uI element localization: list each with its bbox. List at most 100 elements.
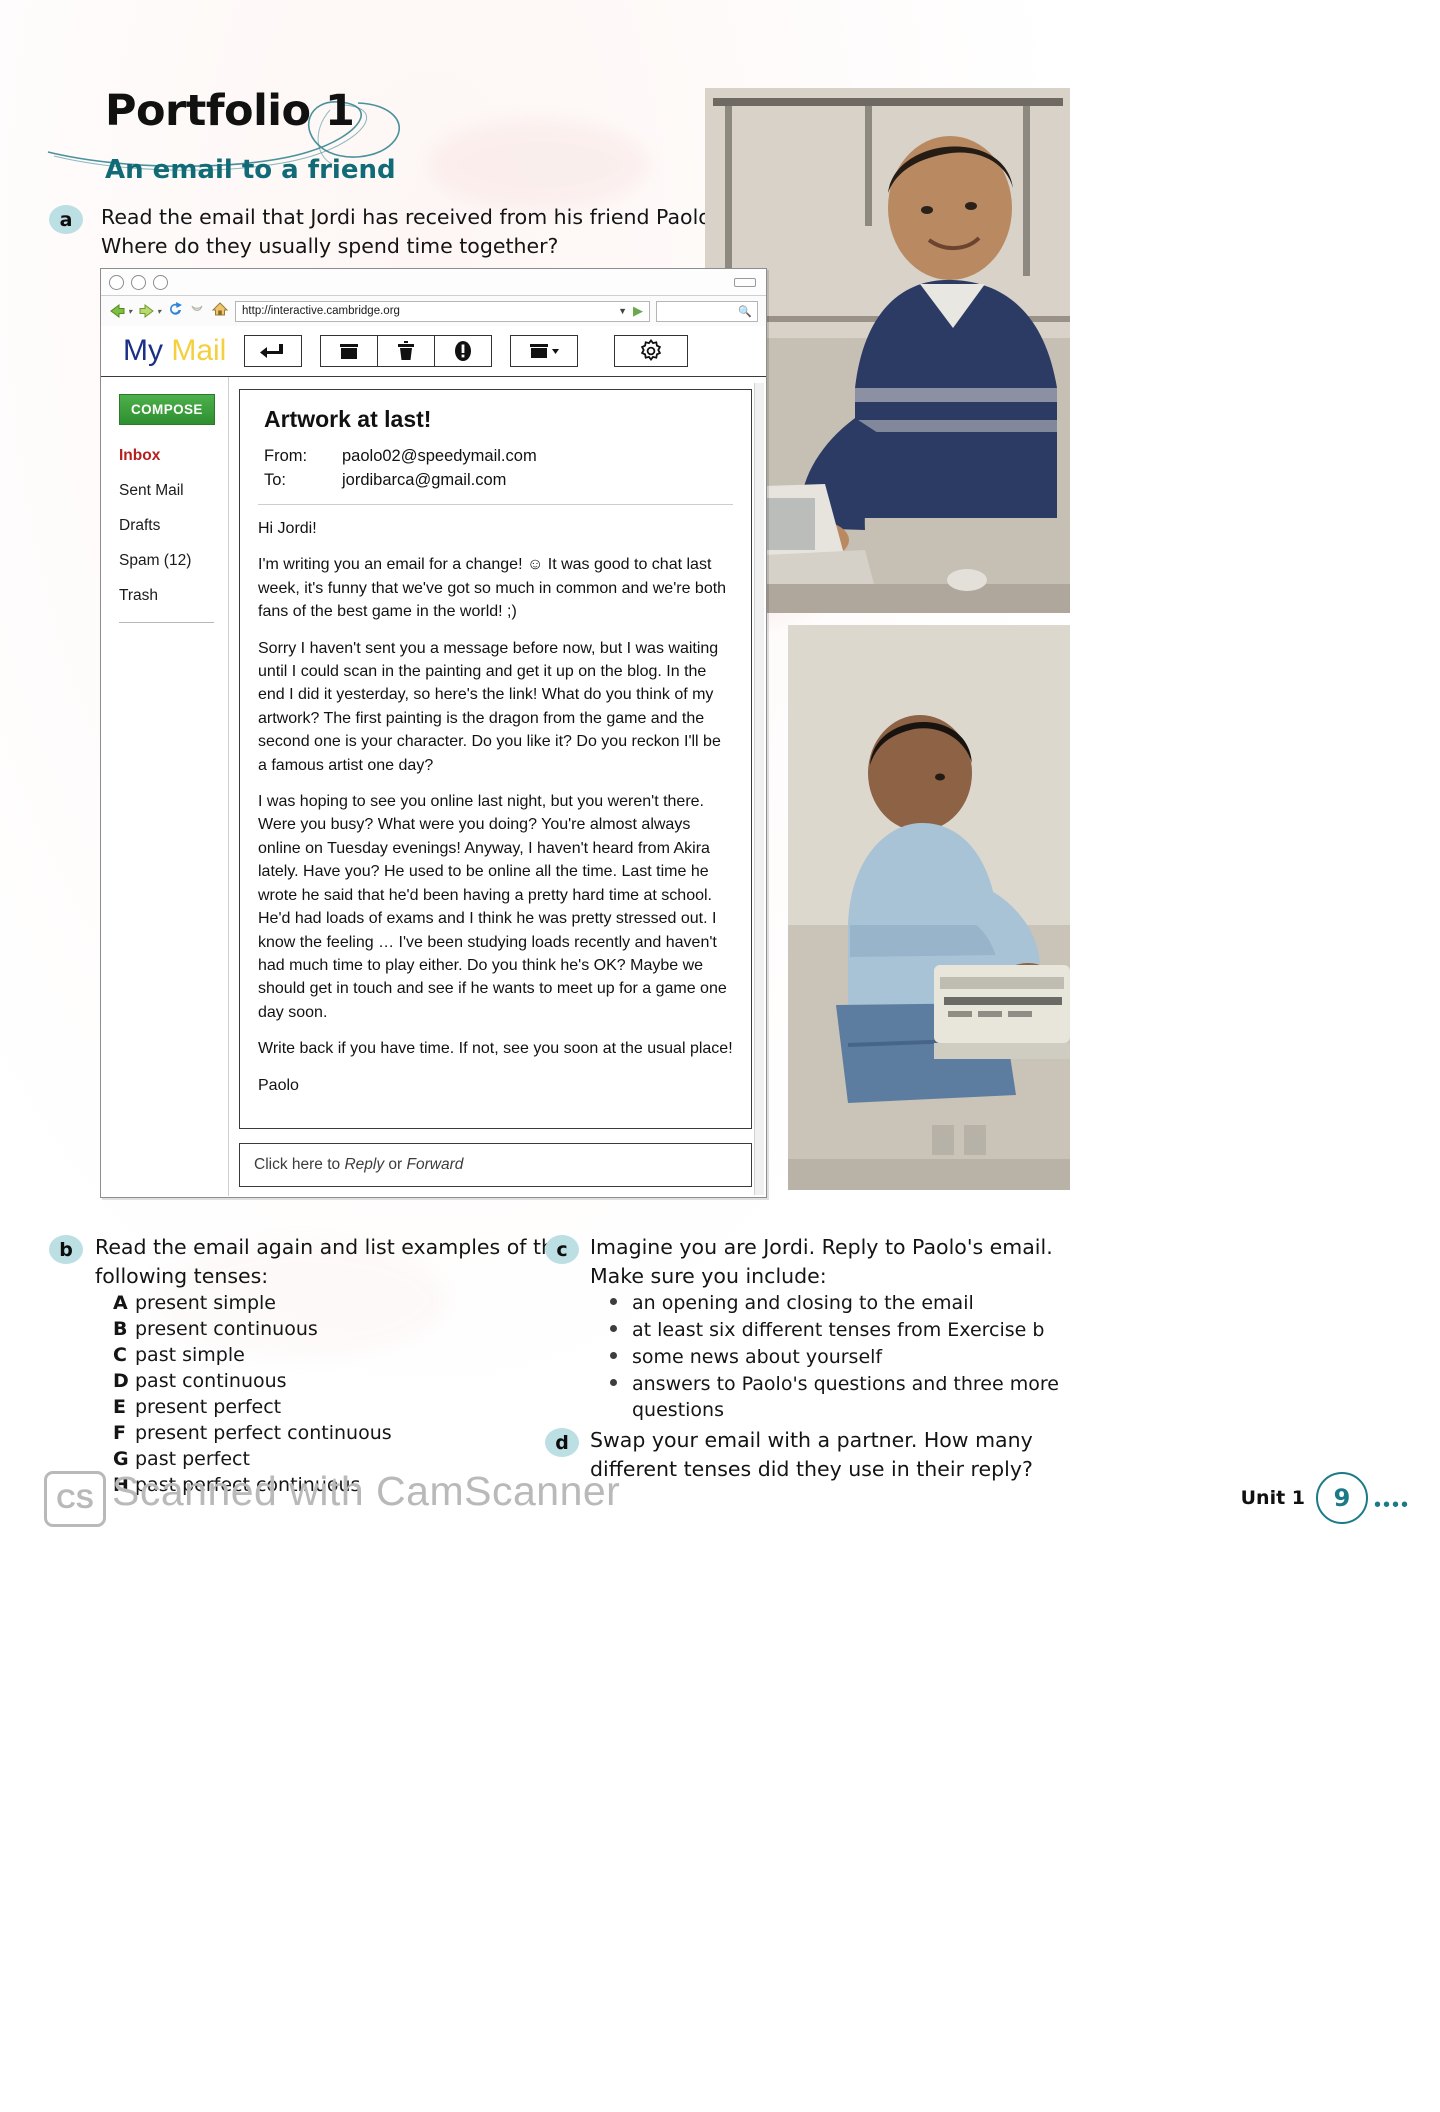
- forward-link[interactable]: Forward: [407, 1156, 464, 1173]
- tense-item-a: Apresent simple: [113, 1292, 276, 1314]
- exercise-a-line2: Where do they usually spend time togethe…: [101, 234, 559, 258]
- unit-label: Unit 1: [1240, 1487, 1305, 1509]
- stop-icon[interactable]: [189, 301, 205, 322]
- trash-icon: [398, 341, 415, 360]
- exercise-badge-a: a: [49, 205, 83, 234]
- email-paragraph: Hi Jordi!: [258, 520, 317, 537]
- chevron-down-icon[interactable]: ▼: [618, 306, 627, 316]
- tense-label: past simple: [135, 1344, 245, 1366]
- tense-label: present perfect continuous: [135, 1422, 392, 1444]
- folder-dropdown-icon: [530, 344, 560, 358]
- url-text: http://interactive.cambridge.org: [242, 305, 400, 317]
- logo-part-mail: Mail: [171, 334, 227, 367]
- home-icon[interactable]: [211, 301, 229, 322]
- back-arrow-icon[interactable]: ▾: [109, 303, 132, 319]
- reply-button[interactable]: [244, 335, 303, 367]
- bullet-dot: [610, 1379, 617, 1386]
- move-to-button[interactable]: [510, 335, 579, 367]
- tense-letter: E: [113, 1396, 126, 1418]
- tense-letter: C: [113, 1344, 127, 1366]
- forward-arrow-icon[interactable]: ▾: [138, 303, 161, 319]
- folder-list: Inbox Sent Mail Drafts Spam (12) Trash: [119, 447, 228, 623]
- photo-boy-with-printer: [788, 625, 1070, 1190]
- browser-window: ▾ ▾ http://interactive.cambridge.org ▼ ▶: [100, 268, 767, 1198]
- bullet-dot: [610, 1298, 617, 1305]
- email-paragraph: I was hoping to see you online last nigh…: [258, 793, 727, 1021]
- tense-label: past continuous: [135, 1370, 287, 1392]
- tense-item-e: Epresent perfect: [113, 1396, 281, 1418]
- email-subject: Artwork at last!: [264, 406, 432, 432]
- sidebar-divider: [119, 622, 214, 623]
- mail-toolbar: My Mail: [101, 326, 766, 377]
- reply-middle: or: [384, 1155, 407, 1173]
- bullet-dot: [610, 1325, 617, 1332]
- exclamation-icon: [455, 341, 472, 361]
- window-controls[interactable]: [109, 275, 168, 290]
- tense-item-g: Gpast perfect: [113, 1448, 250, 1470]
- exercise-badge-b: b: [49, 1235, 83, 1264]
- search-input[interactable]: 🔍: [656, 300, 758, 322]
- sidebar-item-sent-mail[interactable]: Sent Mail: [119, 482, 228, 500]
- to-value: jordibarca@gmail.com: [342, 471, 507, 489]
- page-number: 9: [1316, 1472, 1368, 1524]
- exercise-c-bullet-1: an opening and closing to the email: [632, 1292, 974, 1314]
- delete-button[interactable]: [377, 336, 435, 366]
- scan-artifact: [430, 120, 650, 210]
- exercise-b-line1: Read the email again and list examples o…: [95, 1235, 567, 1259]
- email-from-row: From: paolo02@speedymail.com: [264, 447, 733, 466]
- sidebar-item-trash[interactable]: Trash: [119, 587, 228, 605]
- exercise-b-line2: following tenses:: [95, 1264, 269, 1288]
- textbook-page: Portfolio 1 An email to a friend a Read …: [0, 0, 1440, 2112]
- tense-letter: B: [113, 1318, 128, 1340]
- sidebar-item-drafts[interactable]: Drafts: [119, 517, 228, 535]
- from-label: From:: [264, 447, 308, 465]
- compose-button[interactable]: COMPOSE: [119, 394, 215, 425]
- email-paragraph: Write back if you have time. If not, see…: [258, 1040, 733, 1058]
- spam-button[interactable]: [434, 336, 492, 366]
- email-signature: Paolo: [258, 1076, 299, 1094]
- go-arrow-icon[interactable]: ▶: [633, 303, 643, 319]
- archive-button[interactable]: [321, 336, 378, 366]
- email-paragraph: I'm writing you an email for a change! ☺…: [258, 556, 727, 621]
- email-to-row: To: jordibarca@gmail.com: [264, 471, 733, 490]
- email-paragraph: Sorry I haven't sent you a message befor…: [258, 639, 721, 774]
- from-value: paolo02@speedymail.com: [342, 447, 537, 465]
- minimize-window-button[interactable]: [131, 275, 146, 290]
- tense-letter: F: [113, 1422, 126, 1444]
- to-label: To:: [264, 471, 287, 489]
- tense-item-d: Dpast continuous: [113, 1370, 287, 1392]
- page-subtitle: An email to a friend: [105, 155, 396, 185]
- reply-forward-bar[interactable]: Click here to Reply or Forward: [239, 1142, 752, 1187]
- tense-label: present simple: [135, 1292, 276, 1314]
- email-header-divider: [258, 504, 733, 505]
- page-title: Portfolio 1: [105, 86, 355, 136]
- titlebar-widget: [734, 278, 756, 287]
- bullet-dot: [610, 1352, 617, 1359]
- logo-part-my: My: [123, 334, 163, 367]
- tense-label: present perfect: [135, 1396, 282, 1418]
- archive-box-icon: [340, 344, 359, 359]
- exercise-c-bullet-4-cont: questions: [632, 1399, 724, 1421]
- vertical-scrollbar[interactable]: [754, 383, 764, 1195]
- reload-icon[interactable]: [167, 301, 183, 322]
- tense-item-c: Cpast simple: [113, 1344, 245, 1366]
- exercise-a-line1: Read the email that Jordi has received f…: [101, 205, 717, 229]
- close-window-button[interactable]: [109, 275, 124, 290]
- maximize-window-button[interactable]: [153, 275, 168, 290]
- mail-logo: My Mail: [123, 334, 226, 368]
- mail-action-group: [320, 335, 493, 367]
- camscanner-watermark: Scanned with CamScanner: [112, 1468, 621, 1514]
- mail-sidebar: COMPOSE Inbox Sent Mail Drafts Spam (12)…: [101, 377, 229, 1196]
- tense-letter: D: [113, 1370, 129, 1392]
- exercise-c-line1: Imagine you are Jordi. Reply to Paolo's …: [590, 1235, 1053, 1259]
- settings-button[interactable]: [614, 335, 689, 367]
- footer-dots: ••••: [1373, 1494, 1410, 1516]
- email-card: Artwork at last! From: paolo02@speedymai…: [239, 389, 752, 1129]
- tense-label: past perfect: [135, 1448, 250, 1470]
- url-input[interactable]: http://interactive.cambridge.org ▼ ▶: [235, 300, 650, 322]
- camscanner-logo: CS: [44, 1471, 106, 1527]
- sidebar-item-inbox[interactable]: Inbox: [119, 447, 228, 465]
- reply-link[interactable]: Reply: [344, 1156, 384, 1173]
- sidebar-item-spam[interactable]: Spam (12): [119, 552, 228, 570]
- tense-item-f: Fpresent perfect continuous: [113, 1422, 392, 1444]
